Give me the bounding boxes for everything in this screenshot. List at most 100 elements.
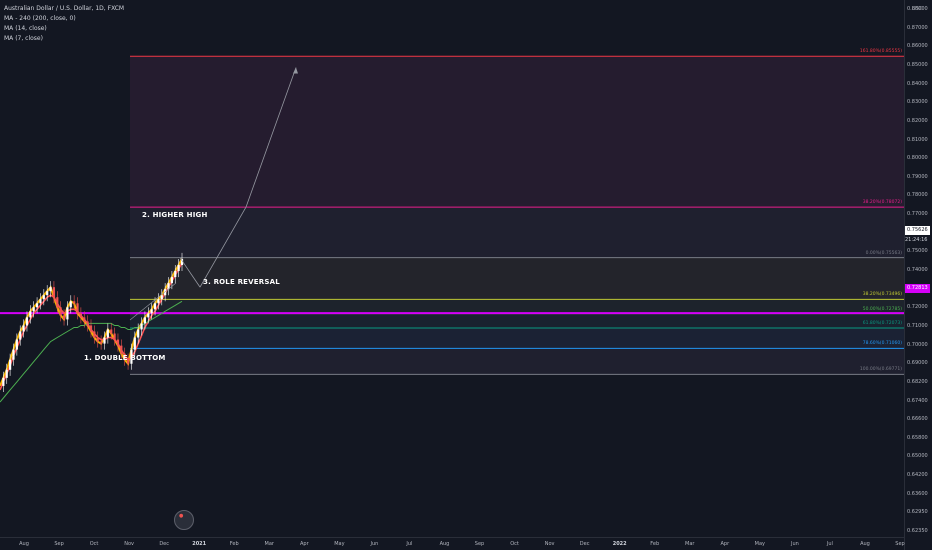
price-tick-label: 0.68200 <box>907 378 928 385</box>
price-tick-label: 0.72000 <box>907 304 928 311</box>
price-tick-label: 0.83000 <box>907 99 928 106</box>
candle-body <box>100 341 103 344</box>
price-tick-label: 0.66600 <box>907 416 928 423</box>
price-tick-label: 0.78000 <box>907 192 928 199</box>
candle-body <box>9 359 12 370</box>
time-tick-label: Sep <box>474 541 485 547</box>
price-tick-label: 0.81000 <box>907 136 928 143</box>
candle-body <box>32 307 35 312</box>
time-tick-label: May <box>334 541 345 547</box>
candle-body <box>15 339 18 350</box>
candle-body <box>133 337 136 350</box>
time-tick-label: Aug <box>439 541 450 547</box>
time-tick-label: Jun <box>790 541 799 547</box>
price-tick-label: 0.80000 <box>907 155 928 162</box>
price-tick-label: 0.65000 <box>907 453 928 460</box>
time-tick-label: 2022 <box>612 541 627 547</box>
annotation-double-bottom[interactable]: 1. DOUBLE BOTTOM <box>84 354 166 362</box>
time-axis[interactable] <box>0 537 904 550</box>
last-price-badge: 0.75626 <box>905 226 930 235</box>
indicator-ma240[interactable]: MA - 240 (200, close, 0) <box>4 14 124 24</box>
symbol-title[interactable]: Australian Dollar / U.S. Dollar, 1D, FXC… <box>4 4 124 14</box>
price-tick-label: 0.74000 <box>907 267 928 273</box>
candle-body <box>56 297 59 308</box>
candle-body <box>22 325 25 332</box>
fib-band <box>130 56 904 208</box>
time-tick-label: Jun <box>370 541 379 547</box>
time-tick-label: Jul <box>406 541 413 547</box>
fib-band <box>130 348 904 375</box>
fib-level-label: 38.20%(0.73496) <box>862 292 902 298</box>
candle-body <box>25 317 29 326</box>
candle-body <box>42 295 45 300</box>
bar-countdown: 21:24:16 <box>905 237 928 243</box>
time-tick-label: Oct <box>89 541 99 547</box>
time-tick-label: Aug <box>860 541 870 547</box>
candle-body <box>35 303 39 308</box>
fib-band <box>130 313 904 329</box>
candle-body <box>29 311 32 318</box>
price-tick-label: 0.67400 <box>907 397 928 404</box>
candle-body <box>116 339 120 346</box>
annotation-higher-high[interactable]: 2. HIGHER HIGH <box>142 211 208 219</box>
candle-body <box>174 271 177 278</box>
fib-level-label: 161.80%(0.85555) <box>859 49 902 55</box>
price-tick-label: 0.62950 <box>907 509 928 516</box>
candle-body <box>66 307 69 320</box>
level-price-badge: 0.72813 <box>905 284 930 293</box>
fib-level-label: 61.80%(0.72073) <box>862 321 902 326</box>
candle-body <box>49 287 52 292</box>
price-tick-label: 0.71000 <box>907 322 928 329</box>
candle-body <box>62 315 66 320</box>
candle-body <box>153 303 157 310</box>
candle-body <box>96 337 99 342</box>
price-chart[interactable] <box>0 0 932 550</box>
time-tick-label: Apr <box>299 541 309 547</box>
time-tick-label: Feb <box>650 541 660 547</box>
time-tick-label: Aug <box>19 541 29 547</box>
time-tick-label: Mar <box>264 541 274 547</box>
candle-body <box>137 329 140 338</box>
price-tick-label: 0.75000 <box>907 248 928 255</box>
time-tick-label: Oct <box>510 541 519 547</box>
price-tick-label: 0.84000 <box>907 80 928 87</box>
time-tick-label: Mar <box>685 541 695 547</box>
indicator-ma14[interactable]: MA (14, close) <box>4 24 124 34</box>
fib-band <box>130 299 904 314</box>
candle-body <box>76 303 79 314</box>
candle-body <box>5 369 8 378</box>
candle-body <box>150 309 153 314</box>
time-tick-label: Feb <box>229 541 239 547</box>
candle-body <box>110 329 113 334</box>
time-tick-label: Jul <box>826 541 833 547</box>
time-tick-label: Dec <box>579 541 590 547</box>
candle-body <box>89 325 93 332</box>
price-tick-label: 0.79000 <box>907 173 928 180</box>
price-tick-label: 0.62350 <box>907 528 928 534</box>
tradingview-author-logo[interactable]: ● <box>174 510 194 530</box>
time-tick-label: Nov <box>544 541 555 547</box>
candle-body <box>147 313 150 318</box>
price-tick-label: 0.69000 <box>907 360 928 367</box>
candle-body <box>73 301 76 304</box>
time-tick-label: Sep <box>54 541 64 547</box>
candle-body <box>113 333 116 340</box>
price-tick-label: 0.64200 <box>907 472 928 479</box>
price-tick-label: 0.86000 <box>907 43 928 50</box>
candle-body <box>83 317 86 322</box>
fib-level-label: 50.00%(0.72785) <box>862 306 902 312</box>
indicator-ma7[interactable]: MA (7, close) <box>4 34 124 44</box>
candle-body <box>157 299 160 304</box>
annotation-role-reversal[interactable]: 3. ROLE REVERSAL <box>203 278 280 286</box>
price-tick-label: 0.63600 <box>907 490 928 497</box>
price-tick-label: 0.70000 <box>907 341 928 348</box>
price-tick-label: 0.77000 <box>907 211 928 218</box>
chart-legend: Australian Dollar / U.S. Dollar, 1D, FXC… <box>4 4 124 44</box>
time-tick-label: Apr <box>720 541 730 547</box>
fib-level-label: 100.00%(0.69771) <box>859 367 902 373</box>
candle-body <box>177 264 180 272</box>
candle-body <box>12 349 15 360</box>
candle-body <box>106 329 109 338</box>
fib-level-label: 38.20%(0.78072) <box>862 200 902 206</box>
candle-body <box>93 331 96 338</box>
